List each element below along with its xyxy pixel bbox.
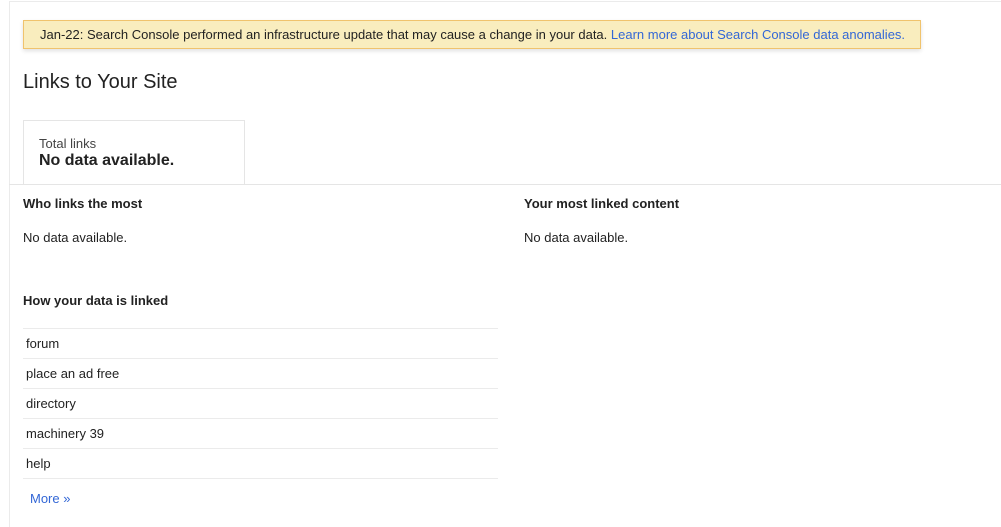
list-item: place an ad free	[23, 359, 498, 389]
list-item: machinery 39	[23, 419, 498, 449]
list-item: directory	[23, 389, 498, 419]
page-title: Links to Your Site	[23, 71, 178, 93]
list-item: forum	[23, 329, 498, 359]
most-linked-content-heading: Your most linked content	[524, 196, 680, 211]
more-link[interactable]: More »	[30, 491, 70, 507]
anchor-text-list: forum place an ad free directory machine…	[23, 328, 498, 479]
how-data-linked-heading: How your data is linked	[23, 293, 169, 308]
data-anomaly-banner: Jan-22: Search Console performed an infr…	[23, 20, 921, 49]
top-divider	[9, 1, 1001, 2]
list-item: help	[23, 449, 498, 479]
who-links-most-heading: Who links the most	[23, 196, 143, 211]
total-links-value: No data available.	[39, 152, 175, 169]
section-divider	[9, 184, 1001, 185]
left-divider	[9, 1, 10, 527]
who-links-most-status: No data available.	[23, 230, 128, 245]
data-anomalies-link[interactable]: Learn more about Search Console data ano…	[611, 27, 905, 42]
banner-message: Jan-22: Search Console performed an infr…	[40, 27, 608, 42]
total-links-label: Total links	[39, 136, 97, 151]
total-links-card: Total links No data available.	[23, 120, 245, 185]
most-linked-content-status: No data available.	[524, 230, 629, 245]
